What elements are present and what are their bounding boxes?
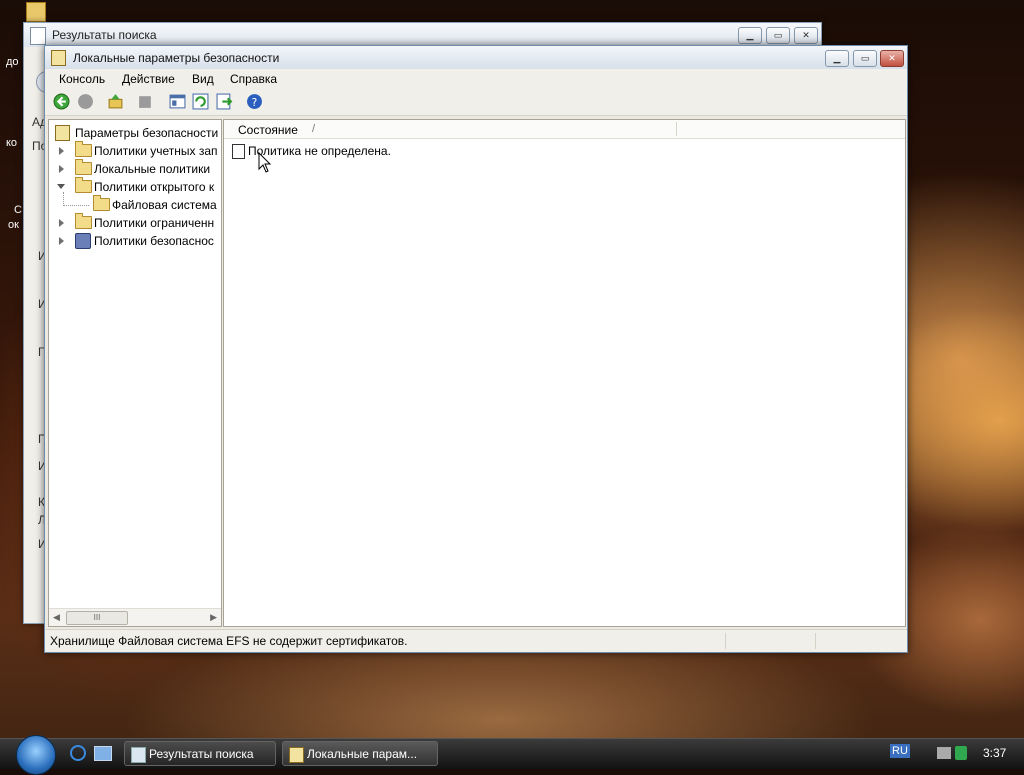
search-results-task-icon: [131, 747, 146, 763]
back-icon[interactable]: [53, 93, 70, 110]
scroll-left-icon[interactable]: ◀: [53, 612, 60, 623]
close-button[interactable]: ✕: [880, 50, 904, 67]
local-security-policy-window[interactable]: Локальные параметры безопасности ▁ ▭ ✕ К…: [44, 45, 908, 653]
tree-pane[interactable]: Параметры безопасности Политики учетных …: [48, 119, 222, 627]
minimize-button[interactable]: ▁: [738, 27, 762, 44]
taskbar-button-search-results[interactable]: Результаты поиска: [124, 741, 276, 766]
maximize-button[interactable]: ▭: [766, 27, 790, 44]
tree-item-label: Файловая система: [112, 198, 217, 212]
scroll-right-icon[interactable]: ▶: [210, 612, 217, 623]
desktop-text-2: ко: [6, 137, 18, 149]
search-results-window-title: Результаты поиска: [52, 28, 157, 42]
folder-icon: [75, 159, 92, 175]
security-task-icon: [289, 747, 304, 763]
mouse-cursor-icon: [258, 152, 272, 173]
column-separator[interactable]: [676, 122, 677, 136]
status-bar: Хранилище Файловая система EFS не содерж…: [45, 629, 907, 652]
expand-icon[interactable]: [59, 219, 64, 227]
policy-document-icon: [232, 144, 245, 159]
tree-item-label: Политики безопаснос: [94, 234, 214, 248]
menu-help[interactable]: Справка: [230, 72, 277, 86]
folder-icon: [75, 213, 92, 229]
forward-icon[interactable]: [77, 93, 94, 110]
menu-bar: Консоль Действие Вид Справка: [45, 69, 907, 89]
column-header-status[interactable]: Состояние: [238, 123, 298, 137]
folder-icon: [75, 141, 92, 157]
tree-item-label: Политики открытого к: [94, 180, 215, 194]
status-divider: [815, 633, 816, 649]
language-indicator[interactable]: RU: [890, 744, 910, 758]
svg-text:?: ?: [252, 96, 258, 109]
network-icon[interactable]: [937, 747, 951, 759]
column-header[interactable]: Состояние /: [224, 120, 905, 139]
show-desktop-icon[interactable]: [94, 746, 112, 761]
tree-line: [63, 192, 65, 206]
tree-item-label: Политики ограниченн: [94, 216, 215, 230]
security-settings-icon: [55, 125, 70, 141]
taskbar-button-label: Результаты поиска: [149, 747, 254, 761]
security-center-icon[interactable]: [955, 746, 967, 760]
clock[interactable]: 3:37: [983, 746, 1006, 760]
folder-icon: [75, 177, 92, 193]
taskbar: Результаты поиска Локальные парам... RU …: [0, 735, 1024, 775]
tree-item-label: Параметры безопасности: [75, 126, 219, 140]
tree-item-label: Локальные политики: [94, 162, 211, 176]
network-policy-icon: [75, 233, 91, 249]
tree-line: [63, 205, 89, 207]
toolbar: ?: [45, 89, 907, 116]
main-window-title: Локальные параметры безопасности: [73, 51, 280, 65]
main-titlebar[interactable]: Локальные параметры безопасности ▁ ▭ ✕: [45, 46, 907, 69]
maximize-button[interactable]: ▭: [853, 50, 877, 67]
security-app-icon: [51, 50, 66, 66]
menu-console[interactable]: Консоль: [59, 72, 105, 86]
menu-action[interactable]: Действие: [122, 72, 175, 86]
status-divider: [725, 633, 726, 649]
scroll-thumb[interactable]: III: [66, 611, 128, 625]
details-pane[interactable]: Состояние / Политика не определена.: [223, 119, 906, 627]
show-hide-tree-icon[interactable]: [169, 93, 186, 110]
sort-indicator: /: [312, 123, 316, 135]
help-icon[interactable]: ?: [246, 93, 263, 110]
status-text: Хранилище Файловая система EFS не содерж…: [50, 634, 408, 648]
collapse-icon[interactable]: [57, 184, 65, 189]
taskbar-button-label: Локальные парам...: [307, 747, 418, 761]
refresh-icon[interactable]: [192, 93, 209, 110]
search-results-titlebar[interactable]: Результаты поиска ▁ ▭ ✕: [24, 23, 821, 47]
tree-item-label: Политики учетных зап: [94, 144, 218, 158]
desktop-text-3: С: [14, 204, 22, 216]
minimize-button[interactable]: ▁: [825, 50, 849, 67]
desktop-text-1: до: [6, 56, 19, 68]
desktop-text-4: ок: [8, 219, 19, 231]
start-button[interactable]: [16, 735, 56, 775]
close-button[interactable]: ✕: [794, 27, 818, 44]
desktop-folder-icon[interactable]: [26, 2, 46, 22]
expand-icon[interactable]: [59, 165, 64, 173]
export-list-icon[interactable]: [216, 93, 233, 110]
horizontal-scrollbar[interactable]: ◀ III ▶: [49, 608, 221, 626]
expand-icon[interactable]: [59, 147, 64, 155]
search-results-window-icon: [30, 27, 46, 45]
internet-explorer-icon[interactable]: [70, 745, 86, 761]
folder-open-icon: [93, 195, 110, 211]
menu-view[interactable]: Вид: [192, 72, 214, 86]
taskbar-button-local-security[interactable]: Локальные парам...: [282, 741, 438, 766]
properties-icon[interactable]: [137, 93, 154, 110]
expand-icon[interactable]: [59, 237, 64, 245]
up-folder-icon[interactable]: [107, 93, 124, 110]
